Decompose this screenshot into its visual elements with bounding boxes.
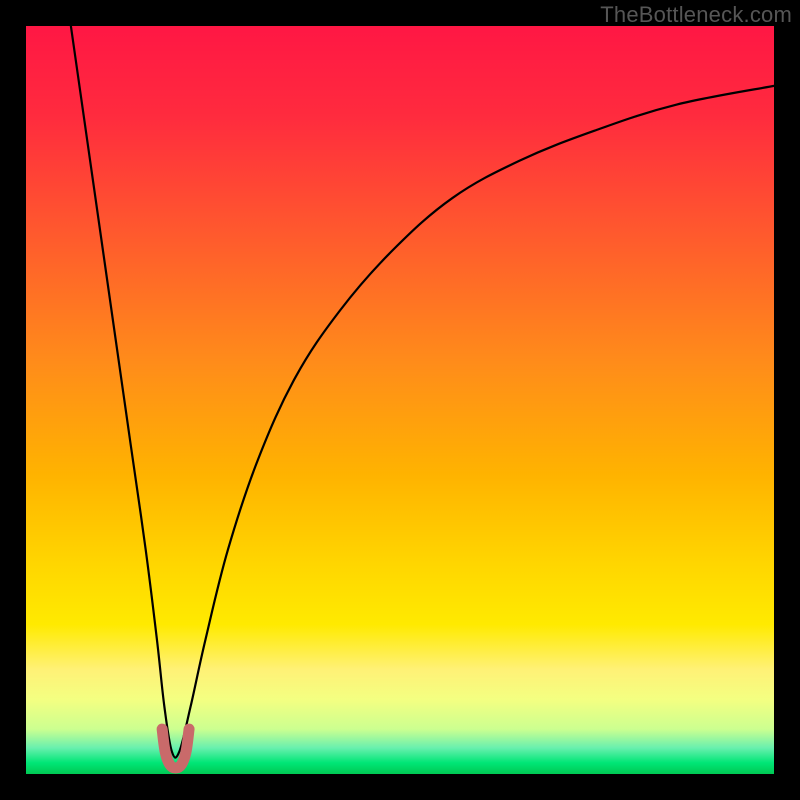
watermark-text: TheBottleneck.com <box>600 2 792 28</box>
bottleneck-chart <box>26 26 774 774</box>
gradient-background <box>26 26 774 774</box>
plot-area <box>26 26 774 774</box>
